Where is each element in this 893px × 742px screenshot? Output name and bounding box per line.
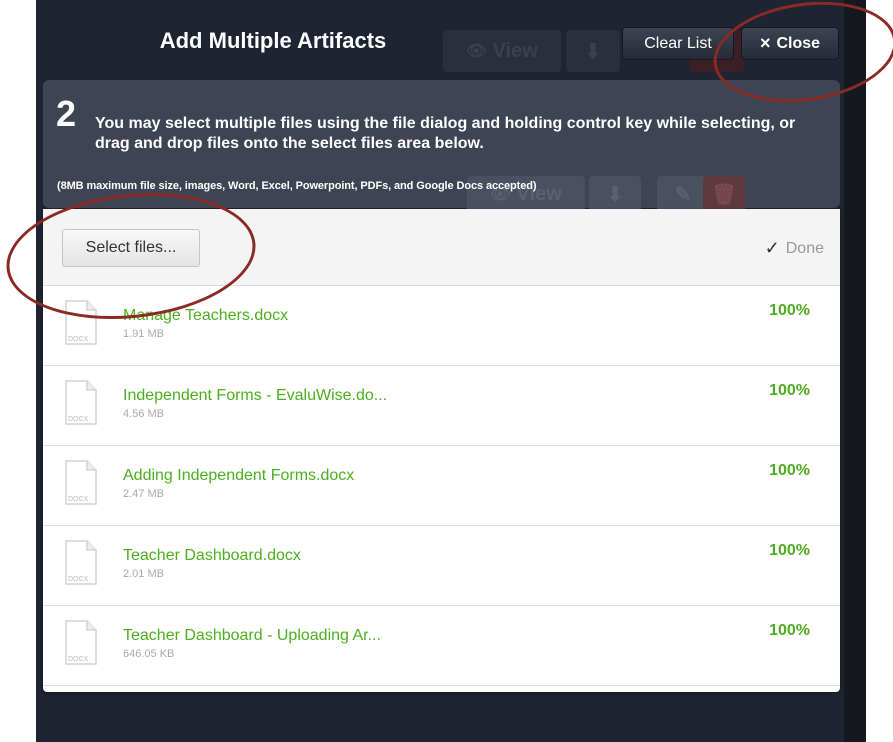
upload-progress: 100% bbox=[769, 462, 810, 479]
clear-list-button[interactable]: Clear List bbox=[622, 27, 734, 60]
file-row: DOCX Teacher Dashboard - Uploading Ar...… bbox=[43, 606, 840, 686]
file-row: DOCX Teacher Dashboard.docx 2.01 MB 100% bbox=[43, 526, 840, 606]
upload-progress: 100% bbox=[769, 542, 810, 559]
background-delete-button-2: 🗑 bbox=[703, 176, 745, 212]
download-icon: ⬇ bbox=[584, 40, 602, 63]
file-size: 4.56 MB bbox=[123, 408, 164, 420]
upload-list-panel: Select files... ✓ Done DOCX Manage Teach… bbox=[43, 209, 840, 692]
background-download-button-2: ⬇ bbox=[589, 176, 641, 212]
document-file-icon: DOCX bbox=[65, 620, 97, 665]
upload-progress: 100% bbox=[769, 622, 810, 639]
background-edit-button-2: ✎ bbox=[657, 176, 709, 212]
document-file-icon: DOCX bbox=[65, 380, 97, 425]
file-list: DOCX Manage Teachers.docx 1.91 MB 100% D… bbox=[43, 286, 840, 686]
file-type-label: DOCX bbox=[68, 576, 89, 583]
background-view-label: View bbox=[492, 39, 538, 62]
file-name: Teacher Dashboard.docx bbox=[123, 547, 301, 564]
file-type-label: DOCX bbox=[68, 496, 89, 503]
file-types-note: (8MB maximum file size, images, Word, Ex… bbox=[57, 180, 537, 192]
document-file-icon: DOCX bbox=[65, 460, 97, 505]
done-status: ✓ Done bbox=[765, 238, 824, 259]
file-type-label: DOCX bbox=[68, 416, 89, 423]
eye-icon: 👁 bbox=[466, 43, 487, 60]
close-button[interactable]: × Close bbox=[741, 27, 839, 60]
done-label: Done bbox=[785, 239, 824, 257]
file-size: 2.01 MB bbox=[123, 568, 164, 580]
select-files-label: Select files... bbox=[85, 239, 177, 256]
upload-toolbar: Select files... ✓ Done bbox=[43, 209, 840, 286]
trash-icon: 🗑 bbox=[711, 183, 737, 206]
clear-list-label: Clear List bbox=[644, 34, 712, 52]
file-name: Manage Teachers.docx bbox=[123, 307, 289, 324]
file-name: Independent Forms - EvaluWise.do... bbox=[123, 387, 388, 404]
file-row: DOCX Manage Teachers.docx 1.91 MB 100% bbox=[43, 286, 840, 366]
document-file-icon: DOCX bbox=[65, 300, 97, 345]
close-icon: × bbox=[759, 33, 771, 53]
pencil-icon: ✎ bbox=[674, 183, 692, 206]
file-size: 646.05 KB bbox=[123, 648, 175, 660]
background-view-button: 👁 View bbox=[443, 30, 561, 72]
document-file-icon: DOCX bbox=[65, 540, 97, 585]
close-label: Close bbox=[776, 34, 821, 52]
dialog-title: Add Multiple Artifacts bbox=[159, 28, 387, 53]
upload-progress: 100% bbox=[769, 302, 810, 319]
file-row: DOCX Adding Independent Forms.docx 2.47 … bbox=[43, 446, 840, 526]
file-size: 1.91 MB bbox=[123, 328, 164, 340]
file-row: DOCX Independent Forms - EvaluWise.do...… bbox=[43, 366, 840, 446]
instructions-text: You may select multiple files using the … bbox=[95, 115, 796, 152]
step-number: 2 bbox=[56, 93, 77, 134]
file-type-label: DOCX bbox=[68, 656, 89, 663]
background-download-button: ⬇ bbox=[566, 30, 620, 72]
file-name: Adding Independent Forms.docx bbox=[123, 467, 355, 484]
select-files-button[interactable]: Select files... bbox=[62, 229, 200, 267]
download-icon-2: ⬇ bbox=[606, 183, 624, 206]
checkmark-icon: ✓ bbox=[764, 238, 780, 258]
upload-progress: 100% bbox=[769, 382, 810, 399]
file-name: Teacher Dashboard - Uploading Ar... bbox=[123, 627, 381, 644]
file-type-label: DOCX bbox=[68, 336, 89, 343]
file-size: 2.47 MB bbox=[123, 488, 164, 500]
